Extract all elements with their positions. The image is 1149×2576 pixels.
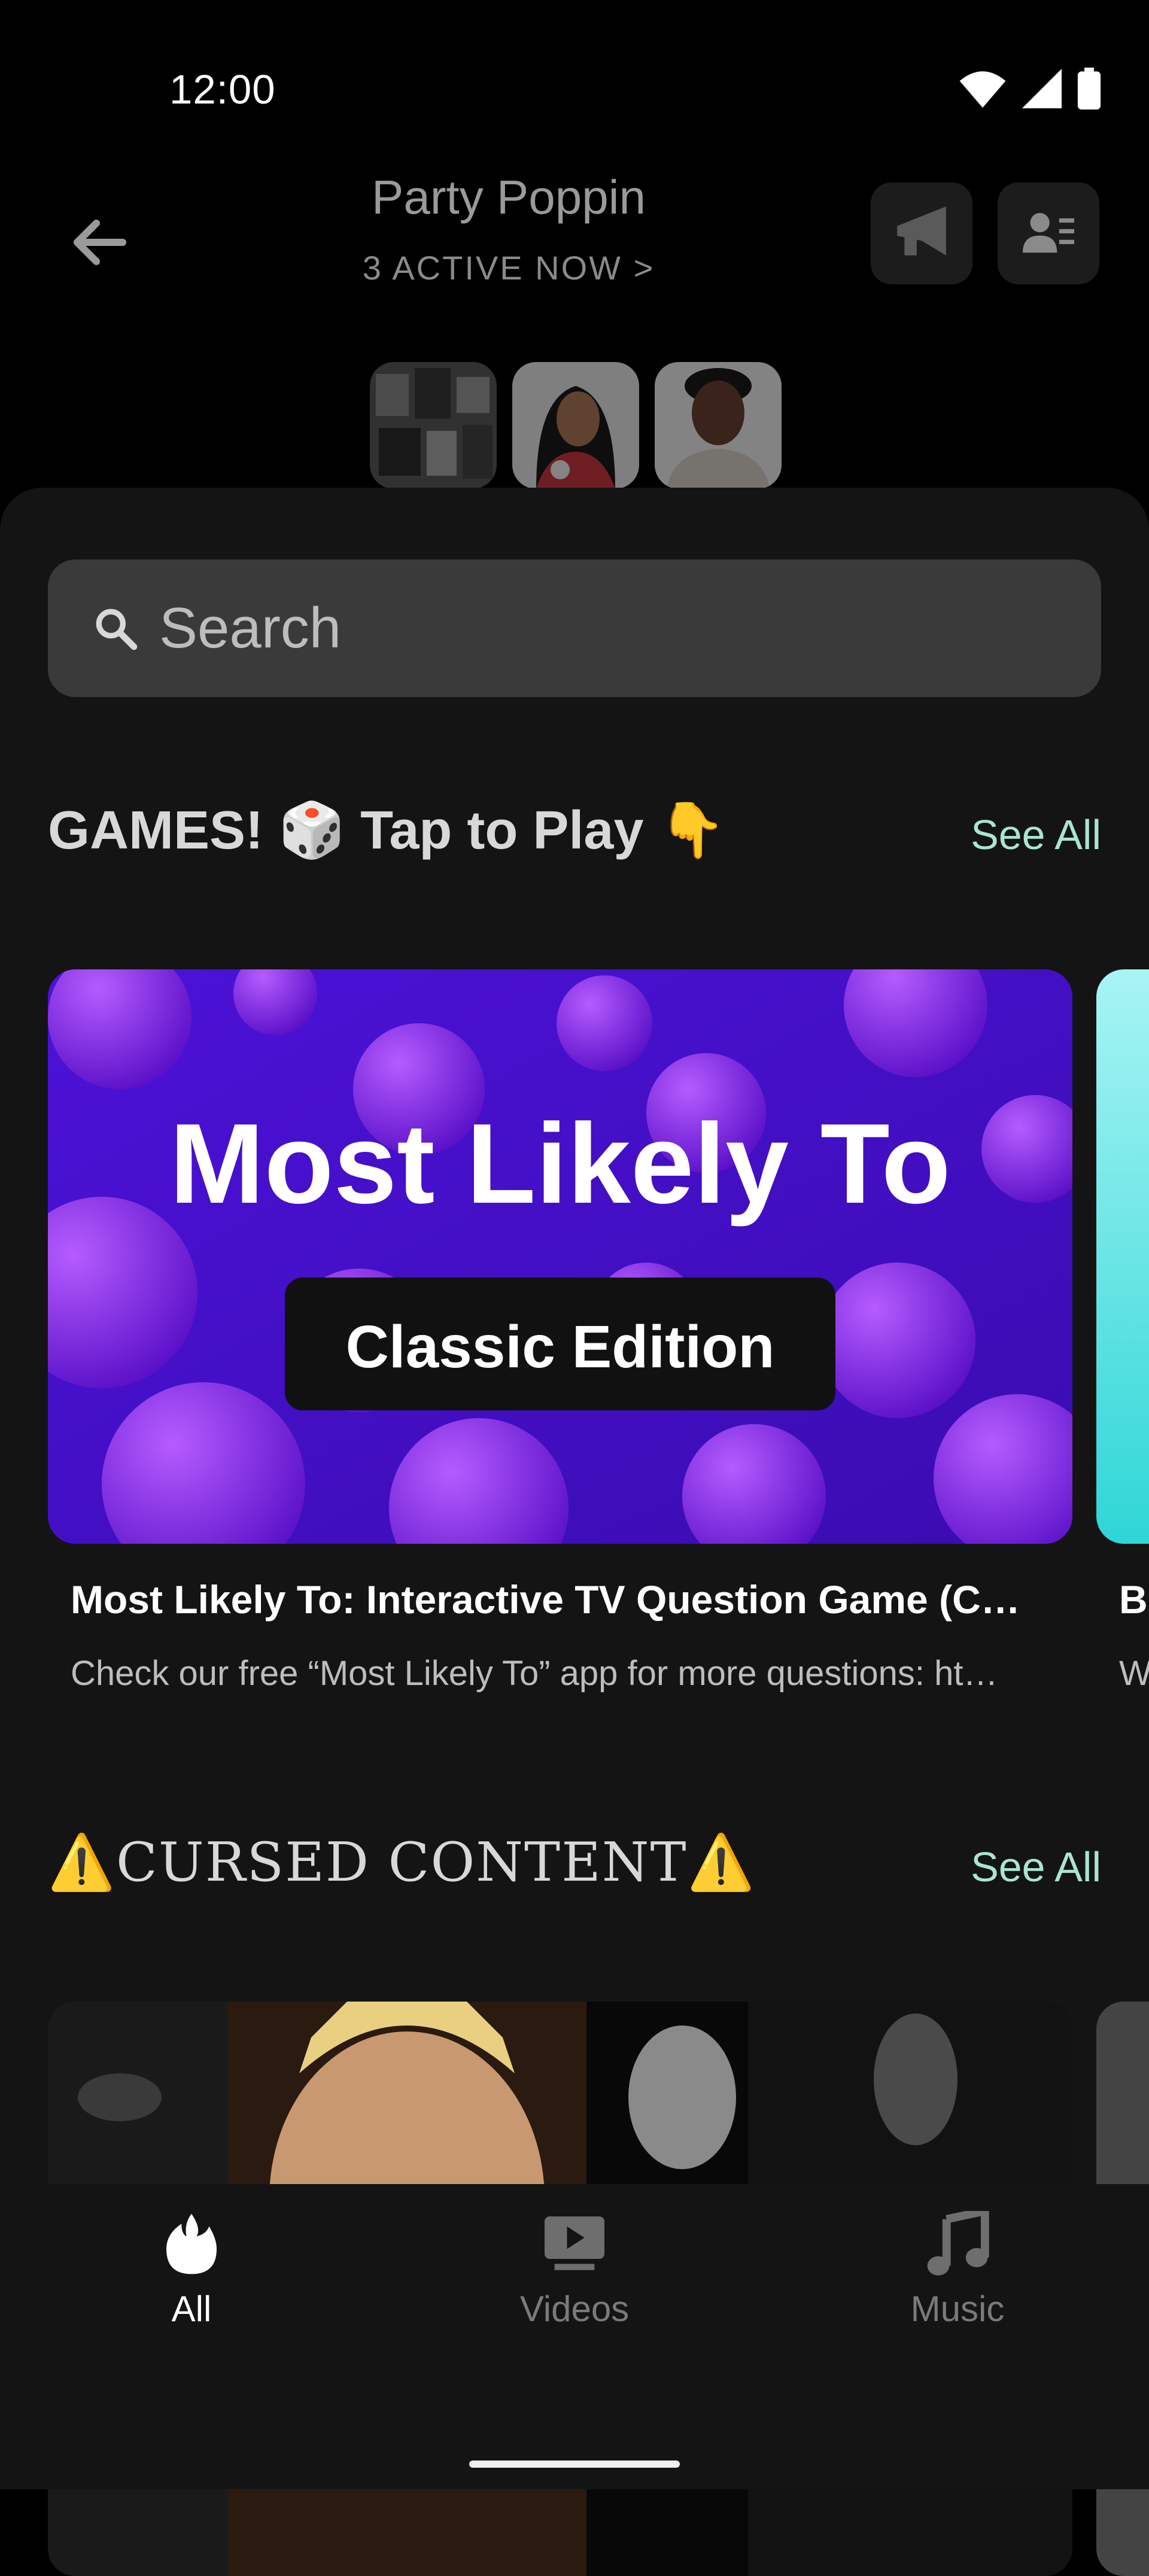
status-bar: 12:00 xyxy=(0,0,1149,180)
avatar[interactable] xyxy=(370,362,497,489)
status-time: 12:00 xyxy=(169,66,276,112)
nav-item-music[interactable]: Music xyxy=(838,2208,1077,2329)
megaphone-icon xyxy=(897,206,946,256)
wifi-icon xyxy=(959,71,1006,108)
card-description: Check our free “Most Likely To” app for … xyxy=(71,1654,998,1693)
next-card-title: B xyxy=(1119,1577,1148,1622)
see-all-cursed-button[interactable]: See All xyxy=(971,1843,1101,1891)
chat-header: Party Poppin 3 ACTIVE NOW > xyxy=(0,156,1149,491)
card-title[interactable]: Most Likely To: Interactive TV Question … xyxy=(71,1577,1052,1622)
nav-label-all: All xyxy=(171,2289,212,2329)
person-list-icon xyxy=(1023,212,1074,253)
section-title-games: GAMES! 🎲 Tap to Play 👇 xyxy=(48,801,726,860)
avatar[interactable] xyxy=(512,362,639,489)
active-now-link[interactable]: 3 ACTIVE NOW > xyxy=(0,248,1017,287)
header-title: Party Poppin xyxy=(371,171,646,224)
next-card-description: W xyxy=(1119,1654,1149,1693)
section-title-cursed: ⚠️CURSED CONTENT⚠️ xyxy=(48,1831,756,1894)
search-placeholder: Search xyxy=(159,596,342,660)
announce-button[interactable] xyxy=(871,183,972,284)
search-icon xyxy=(96,609,138,650)
nav-label-music: Music xyxy=(910,2289,1005,2329)
nav-label-videos: Videos xyxy=(519,2289,630,2329)
game-card-thumbnail[interactable]: Most Likely To Classic Edition xyxy=(48,969,1072,1544)
next-card-thumbnail[interactable] xyxy=(1096,969,1149,1544)
signal-icon xyxy=(1022,69,1062,108)
see-all-games-button[interactable]: See All xyxy=(971,811,1101,859)
avatar[interactable] xyxy=(655,362,782,489)
search-input[interactable]: Search xyxy=(48,559,1101,697)
nav-item-all[interactable]: All xyxy=(72,2208,311,2329)
play-box-icon xyxy=(545,2216,604,2270)
home-indicator[interactable] xyxy=(469,2461,680,2468)
flame-icon xyxy=(166,2213,217,2274)
active-avatars xyxy=(370,362,782,489)
battery-icon xyxy=(1077,68,1101,110)
bottom-nav: All Videos Music xyxy=(0,2184,1149,2489)
thumb-title-text: Most Likely To xyxy=(169,1100,951,1227)
music-note-icon xyxy=(927,2211,989,2276)
status-icons xyxy=(959,67,1101,110)
nav-item-videos[interactable]: Videos xyxy=(455,2208,694,2329)
members-button[interactable] xyxy=(998,183,1099,284)
thumb-badge-text: Classic Edition xyxy=(346,1313,775,1380)
